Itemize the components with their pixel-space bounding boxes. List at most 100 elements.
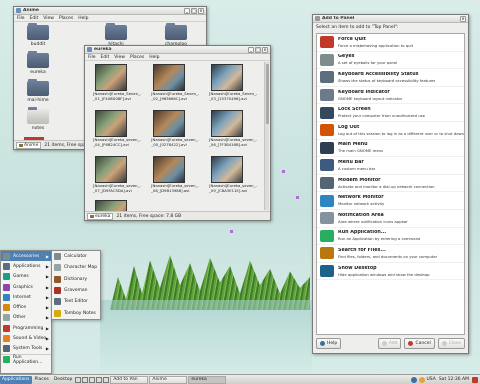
video-file[interactable]: [Nanashi]Eureka_Seven_-_01_[F408D08F].av… <box>93 64 141 101</box>
cancel-button[interactable]: Cancel <box>404 338 435 349</box>
applet-item[interactable]: Keyboard Indicator GNOME keyboard layout … <box>317 87 464 105</box>
applet-item[interactable]: Geyes A set of eyeballs for your panel <box>317 52 464 70</box>
logout-icon[interactable] <box>472 376 478 383</box>
location-button[interactable]: Anime <box>16 141 42 149</box>
menu-places[interactable]: Places <box>130 55 144 60</box>
applet-item[interactable]: Lock Screen Protect your computer from un… <box>317 104 464 122</box>
video-file[interactable]: [Nanashi]Eureka_seven_-_08_[D9B13988].av… <box>151 156 199 193</box>
menu-file[interactable]: File <box>88 55 96 60</box>
launcher-icon[interactable] <box>75 376 82 383</box>
volume-icon[interactable] <box>418 376 425 383</box>
menu-item-other[interactable]: Other ▶ <box>1 313 51 323</box>
applet-item[interactable]: Keyboard Accessibility Status Shows the s… <box>317 69 464 87</box>
help-button[interactable]: Help <box>316 338 342 349</box>
keyboard-indicator[interactable]: USA <box>427 377 436 382</box>
menu-item-system-tools[interactable]: System Tools ▶ <box>1 344 51 354</box>
network-icon[interactable] <box>410 376 417 383</box>
menu-view[interactable]: View <box>114 55 125 60</box>
submenu-item[interactable]: Text Editor <box>52 296 100 307</box>
launcher-icon[interactable] <box>89 376 96 383</box>
menu-view[interactable]: View <box>43 16 54 21</box>
menu-item-programming[interactable]: Programming ▶ <box>1 323 51 333</box>
menu-item-office[interactable]: Office ▶ <box>1 302 51 312</box>
location-button[interactable]: eureka <box>87 212 114 220</box>
applet-item[interactable]: Modem Monitor Activate and monitor a dial… <box>317 175 464 193</box>
maximize-button[interactable]: □ <box>255 46 261 53</box>
desktop-menu-button[interactable]: Desktop <box>52 376 75 384</box>
menu-help[interactable]: Help <box>149 55 159 60</box>
submenu-item[interactable]: Graveman <box>52 285 100 296</box>
close-button[interactable]: × <box>460 15 466 22</box>
launcher-icon[interactable] <box>103 376 110 383</box>
menu-item-run-application[interactable]: Run Application... <box>1 353 51 365</box>
scrollbar-thumb[interactable] <box>266 64 269 124</box>
folder-item[interactable]: mai-hime <box>18 79 58 103</box>
menu-places[interactable]: Places <box>59 16 73 21</box>
submenu-arrow-icon: ▶ <box>45 315 49 321</box>
applet-list[interactable]: Force Quit Force a misbehaving applicatio… <box>316 33 465 335</box>
taskbar-button-eureka[interactable]: eureka <box>188 375 227 384</box>
submenu-item[interactable]: Character Map <box>52 262 100 273</box>
menu-item-internet[interactable]: Internet ▶ <box>1 292 51 302</box>
submenu-item[interactable]: Dictionary <box>52 274 100 285</box>
applet-item[interactable]: Log Out Log out of this session to log in… <box>317 122 464 140</box>
applications-menu[interactable]: Accessories ▶ Applications ▶ Games ▶ Graphics ▶… <box>0 250 52 374</box>
menu-edit[interactable]: Edit <box>30 16 39 21</box>
folder-item[interactable]: champloo <box>156 23 196 47</box>
submenu-item[interactable]: Calculator <box>52 251 100 262</box>
menu-item-sound-video[interactable]: Sound & Video ▶ <box>1 333 51 343</box>
video-file[interactable]: [Nanashi]Eureka_seven_-_04_[F6B24CC].avi <box>93 110 141 147</box>
close-dialog-button[interactable]: Close <box>437 338 465 349</box>
applications-menu-button[interactable]: Applications <box>0 375 32 384</box>
dialog-titlebar[interactable]: Add to Panel × <box>313 15 468 23</box>
video-file[interactable]: [Nanashi]Eureka_seven_-_07_[D9FAC5DA].av… <box>93 156 141 193</box>
add-to-panel-dialog[interactable]: Add to Panel × Select an item to add to … <box>312 14 469 354</box>
maximize-button[interactable]: □ <box>191 7 197 14</box>
video-file[interactable]: [Nanashi]Eureka_seven_-_05_[0278422].avi <box>151 110 199 147</box>
clock[interactable]: Sat 12:36 AM <box>439 377 469 382</box>
minimize-button[interactable]: _ <box>248 46 254 53</box>
applet-text: Geyes A set of eyeballs for your panel <box>338 54 397 65</box>
close-button[interactable]: × <box>198 7 204 14</box>
close-button[interactable]: × <box>262 46 268 53</box>
places-menu-button[interactable]: Places <box>33 376 51 384</box>
add-button[interactable]: Add <box>377 338 402 349</box>
submenu-item-label: Dictionary <box>64 276 88 282</box>
menu-item-accessories[interactable]: Accessories ▶ <box>1 251 51 262</box>
video-file[interactable]: [Nanashi]Eureka_seven_-_06_[7F3B416B].av… <box>209 110 257 147</box>
video-file[interactable]: [Nanashi]Eureka_Seven_-_02_[963666C].avi <box>151 64 199 101</box>
applet-item[interactable]: Network Monitor Monitor network activity <box>317 192 464 210</box>
launcher-icon[interactable] <box>96 376 103 383</box>
menu-item-games[interactable]: Games ▶ <box>1 272 51 282</box>
folder-item[interactable]: hitachi <box>96 23 136 47</box>
eureka-window-titlebar[interactable]: eureka _ □ × <box>85 46 270 54</box>
applet-item[interactable]: Main Menu The main GNOME menu <box>317 140 464 158</box>
launcher-icon[interactable] <box>82 376 89 383</box>
video-file[interactable]: [Nanashi]Eureka_Seven_-_03_[15370496].av… <box>209 64 257 101</box>
applet-item[interactable]: Menu Bar A custom menu bar <box>317 157 464 175</box>
home-window-titlebar[interactable]: Anime _ □ × <box>14 7 206 15</box>
menu-edit[interactable]: Edit <box>101 55 110 60</box>
menu-item-graphics[interactable]: Graphics ▶ <box>1 282 51 292</box>
applet-item[interactable]: Search for Files... Find files, folders, … <box>317 245 464 263</box>
folder-item[interactable]: notes <box>18 107 58 131</box>
menu-help[interactable]: Help <box>78 16 88 21</box>
folder-item[interactable]: eureka <box>18 51 58 75</box>
vertical-scrollbar[interactable] <box>264 62 269 210</box>
applet-item[interactable]: Notification Area Area where notification… <box>317 210 464 228</box>
applet-item[interactable]: Force Quit Force a misbehaving applicatio… <box>317 34 464 52</box>
submenu-item[interactable]: Tomboy Notes <box>52 307 100 318</box>
folder-item[interactable]: buddit <box>18 23 58 47</box>
applet-item[interactable]: Show Desktop Hide application windows and… <box>317 263 464 281</box>
minimize-button[interactable]: _ <box>184 7 190 14</box>
video-file[interactable]: [Nanashi]Eureka_seven_-_09_[C8A3E11E].av… <box>209 156 257 193</box>
applet-item[interactable]: Run Application... Run an Application by … <box>317 228 464 246</box>
menu-item-applications[interactable]: Applications ▶ <box>1 261 51 271</box>
eureka-window[interactable]: eureka _ □ × File Edit View Places Help … <box>84 45 271 221</box>
accessories-submenu[interactable]: Calculator Character Map Dictionary Gravema… <box>51 250 101 320</box>
taskbar-button-anime[interactable]: Anime <box>149 375 188 384</box>
taskbar-button-add-to-panel[interactable]: Add to Pan <box>110 375 149 384</box>
folder-icon <box>27 23 49 40</box>
menu-file[interactable]: File <box>17 16 25 21</box>
applet-icon <box>320 53 334 66</box>
